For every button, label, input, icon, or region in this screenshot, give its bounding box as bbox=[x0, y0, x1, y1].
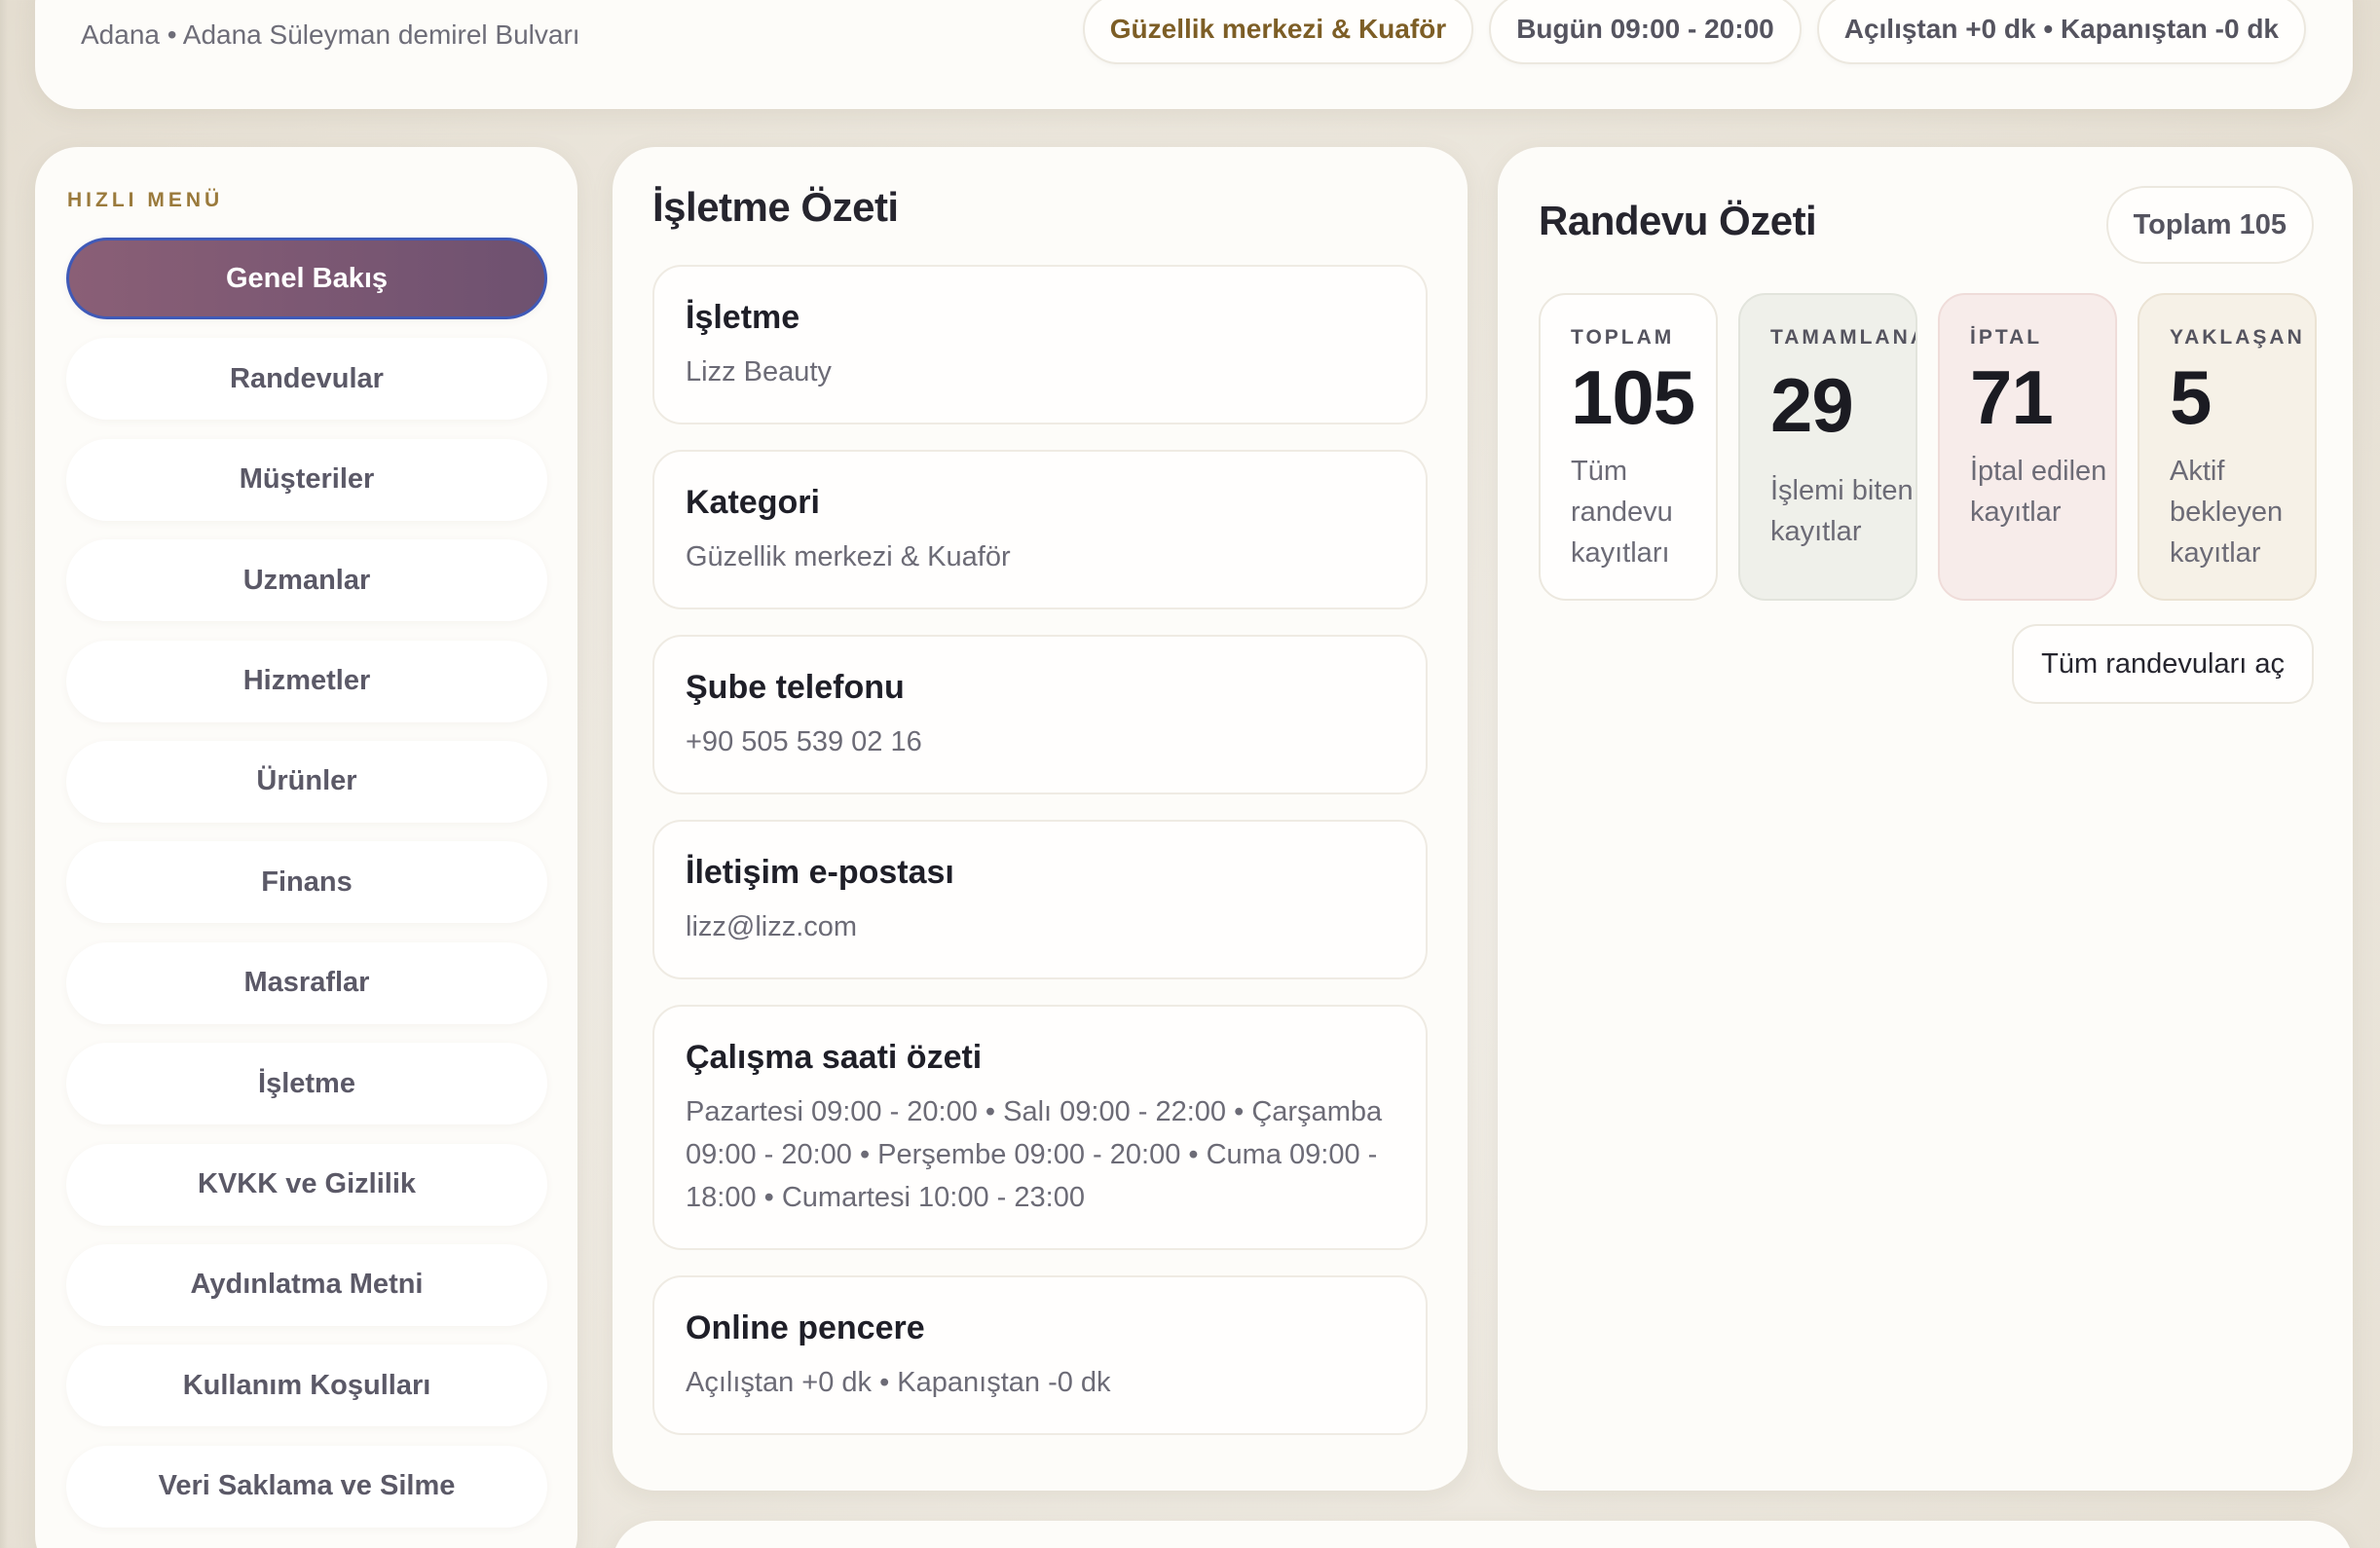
working-hours-card: Çalışma saati özeti Pazartesi 09:00 - 20… bbox=[652, 1005, 1428, 1250]
menu-item-customers[interactable]: Müşteriler bbox=[66, 438, 547, 521]
info-label: Çalışma saati özeti bbox=[686, 1039, 983, 1076]
appointment-summary-title: Randevu Özeti bbox=[1539, 198, 1817, 243]
open-all-appointments-button[interactable]: Tüm randevuları aç bbox=[2012, 624, 2314, 704]
info-label: Kategori bbox=[686, 484, 820, 521]
contact-email-value: lizz@lizz.com bbox=[686, 911, 858, 942]
stat-completed: TAMAMLANAN 29 İşlemi biten kayıtlar bbox=[1738, 293, 1917, 601]
bottom-section-card bbox=[613, 1521, 2353, 1548]
stat-value: 29 bbox=[1770, 362, 1854, 448]
online-window-chip: Açılıştan +0 dk • Kapanıştan -0 dk bbox=[1816, 0, 2306, 64]
quick-menu-sidebar: HIZLI MENÜ Genel Bakış Randevular Müşter… bbox=[35, 147, 577, 1548]
stat-description: Tüm randevu kayıtları bbox=[1571, 456, 1673, 569]
stat-label: TOPLAM bbox=[1571, 326, 1675, 349]
window-edge bbox=[0, 0, 8, 1548]
stat-upcoming: YAKLAŞAN 5 Aktif bekleyen kayıtlar bbox=[2138, 293, 2317, 601]
category-chip: Güzellik merkezi & Kuaför bbox=[1082, 0, 1474, 64]
menu-item-disclosure-text[interactable]: Aydınlatma Metni bbox=[66, 1243, 547, 1326]
stat-description: İşlemi biten kayıtlar bbox=[1770, 475, 1914, 547]
contact-email-card: İletişim e-postası lizz@lizz.com bbox=[652, 820, 1428, 979]
stat-label: YAKLAŞAN bbox=[2170, 326, 2305, 349]
menu-item-services[interactable]: Hizmetler bbox=[66, 640, 547, 722]
today-hours-chip: Bugün 09:00 - 20:00 bbox=[1489, 0, 1802, 64]
info-label: İletişim e-postası bbox=[686, 854, 954, 891]
branch-phone-value: +90 505 539 02 16 bbox=[686, 726, 922, 757]
business-info-list: İşletme Lizz Beauty Kategori Güzellik me… bbox=[652, 265, 1428, 1460]
menu-item-expenses[interactable]: Masraflar bbox=[66, 941, 547, 1024]
appointment-summary-card: Randevu Özeti Toplam 105 TOPLAM 105 Tüm … bbox=[1498, 147, 2353, 1491]
stat-label: TAMAMLANAN bbox=[1770, 326, 1915, 349]
branch-phone-card: Şube telefonu +90 505 539 02 16 bbox=[652, 635, 1428, 794]
stat-label: İPTAL bbox=[1970, 326, 2043, 349]
business-summary-card: İşletme Özeti İşletme Lizz Beauty Katego… bbox=[613, 147, 1468, 1491]
sidebar-heading: HIZLI MENÜ bbox=[67, 189, 224, 211]
menu-item-products[interactable]: Ürünler bbox=[66, 740, 547, 823]
stat-total: TOPLAM 105 Tüm randevu kayıtları bbox=[1539, 293, 1718, 601]
menu-item-appointments[interactable]: Randevular bbox=[66, 338, 547, 421]
header-chips: Güzellik merkezi & Kuaför Bugün 09:00 - … bbox=[1082, 0, 2306, 64]
info-label: İşletme bbox=[686, 299, 800, 336]
menu-item-finance[interactable]: Finans bbox=[66, 841, 547, 924]
stat-cancelled: İPTAL 71 İptal edilen kayıtlar bbox=[1938, 293, 2117, 601]
quick-menu: Genel Bakış Randevular Müşteriler Uzmanl… bbox=[66, 238, 547, 1546]
appointment-stats: TOPLAM 105 Tüm randevu kayıtları TAMAMLA… bbox=[1539, 293, 2317, 601]
menu-item-data-retention[interactable]: Veri Saklama ve Silme bbox=[66, 1445, 547, 1528]
stat-value: 5 bbox=[2170, 354, 2212, 440]
stat-value: 105 bbox=[1571, 354, 1695, 440]
stat-description: İptal edilen kayıtlar bbox=[1970, 456, 2107, 528]
business-name-card: İşletme Lizz Beauty bbox=[652, 265, 1428, 424]
menu-item-business[interactable]: İşletme bbox=[66, 1043, 547, 1125]
menu-item-kvkk-privacy[interactable]: KVKK ve Gizlilik bbox=[66, 1143, 547, 1226]
menu-item-specialists[interactable]: Uzmanlar bbox=[66, 539, 547, 622]
menu-item-overview[interactable]: Genel Bakış bbox=[66, 238, 547, 319]
menu-item-terms-of-use[interactable]: Kullanım Koşulları bbox=[66, 1345, 547, 1427]
online-window-card: Online pencere Açılıştan +0 dk • Kapanış… bbox=[652, 1275, 1428, 1435]
category-card: Kategori Güzellik merkezi & Kuaför bbox=[652, 450, 1428, 609]
header-location: Adana • Adana Süleyman demirel Bulvarı bbox=[81, 19, 580, 50]
info-label: Şube telefonu bbox=[686, 669, 905, 706]
category-value: Güzellik merkezi & Kuaför bbox=[686, 541, 1011, 572]
business-name-value: Lizz Beauty bbox=[686, 356, 832, 387]
header-card: Adana • Adana Süleyman demirel Bulvarı G… bbox=[35, 0, 2353, 109]
stat-value: 71 bbox=[1970, 354, 2054, 440]
business-summary-title: İşletme Özeti bbox=[652, 184, 899, 230]
working-hours-value: Pazartesi 09:00 - 20:00 • Salı 09:00 - 2… bbox=[686, 1096, 1383, 1213]
total-appointments-chip: Toplam 105 bbox=[2105, 186, 2314, 264]
stat-description: Aktif bekleyen kayıtlar bbox=[2170, 456, 2284, 569]
online-window-value: Açılıştan +0 dk • Kapanıştan -0 dk bbox=[686, 1367, 1111, 1398]
info-label: Online pencere bbox=[686, 1309, 925, 1346]
